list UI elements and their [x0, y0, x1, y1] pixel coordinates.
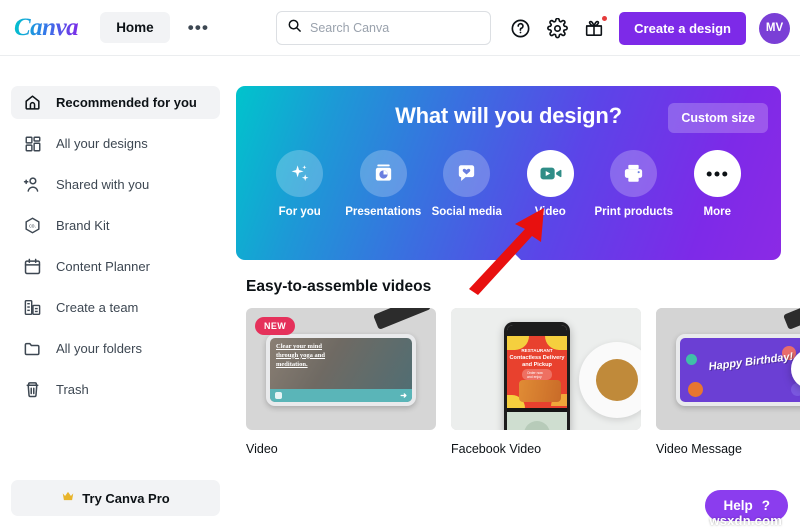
- sidebar-item-content-planner[interactable]: Content Planner: [11, 250, 220, 283]
- sidebar-item-recommended-for-you[interactable]: Recommended for you: [11, 86, 220, 119]
- video-camera-icon: [526, 150, 574, 197]
- phone-mockup: RESTAURANT Contactless Delivery and Pick…: [504, 322, 570, 430]
- category-label: Social media: [431, 206, 502, 218]
- sidebar-item-trash[interactable]: Trash: [11, 373, 220, 406]
- sidebar-item-all-your-designs[interactable]: All your designs: [11, 127, 220, 160]
- help-circle-icon[interactable]: [508, 16, 532, 40]
- search-input[interactable]: [310, 21, 475, 35]
- template-card-facebook-video[interactable]: RESTAURANT Contactless Delivery and Pick…: [451, 308, 641, 456]
- avatar[interactable]: MV: [759, 12, 790, 44]
- watermark: wsxdn.com: [709, 513, 782, 528]
- video-template-card-list: NEW Clear your mind through yoga and med…: [246, 308, 800, 456]
- sparkles-icon: [276, 150, 324, 197]
- category-social-media[interactable]: Social media: [425, 150, 509, 218]
- arrow-right-icon: ➜: [400, 391, 407, 400]
- printer-icon: [610, 150, 658, 197]
- thumbnail-subtext: Order now and enjoy: [522, 369, 552, 380]
- canva-home-page: Canva Home ••• Search Canva Create a des…: [0, 0, 800, 530]
- custom-size-button[interactable]: Custom size: [668, 103, 768, 133]
- thumbnail-footer-bar: ➜: [270, 389, 412, 402]
- grid-icon: [22, 133, 43, 154]
- brand-hexagon-icon: co.: [22, 215, 43, 236]
- sidebar-item-label: Recommended for you: [56, 95, 197, 110]
- question-mark-icon: ?: [761, 498, 770, 513]
- sidebar-item-brand-kit[interactable]: co. Brand Kit: [11, 209, 220, 242]
- sidebar-item-label: Trash: [56, 382, 89, 397]
- gear-icon[interactable]: [545, 16, 569, 40]
- category-label: For you: [278, 206, 321, 218]
- thumbnail-text: Contactless Delivery and Pickup: [509, 355, 565, 368]
- category-video[interactable]: Video: [509, 150, 593, 218]
- phone-mockup: Clear your mind through yoga and meditat…: [266, 334, 416, 406]
- building-icon: [22, 297, 43, 318]
- template-thumbnail[interactable]: NEW Clear your mind through yoga and med…: [246, 308, 436, 430]
- thumbnail-text: Clear your mind through yoga and meditat…: [276, 343, 326, 368]
- svg-text:co.: co.: [29, 224, 36, 230]
- heart-bubble-icon: [443, 150, 491, 197]
- category-print-products[interactable]: Print products: [592, 150, 676, 218]
- thumbnail-text: Happy Birthday!: [708, 350, 794, 374]
- help-button-label: Help: [723, 498, 753, 513]
- add-user-icon: [22, 174, 43, 195]
- decorative-food: [519, 380, 561, 402]
- sidebar-item-label: All your folders: [56, 341, 142, 356]
- nav-more-button[interactable]: •••: [178, 13, 219, 42]
- category-more[interactable]: More: [676, 150, 760, 218]
- hero-banner: What will you design? Custom size For yo…: [236, 86, 781, 260]
- folder-icon: [22, 338, 43, 359]
- nav-home-button[interactable]: Home: [100, 12, 170, 43]
- sidebar-item-label: Create a team: [56, 300, 139, 315]
- new-badge: NEW: [255, 317, 296, 335]
- template-thumbnail[interactable]: Happy Birthday!: [656, 308, 800, 430]
- template-thumbnail[interactable]: RESTAURANT Contactless Delivery and Pick…: [451, 308, 641, 430]
- top-header: Canva Home ••• Search Canva Create a des…: [0, 0, 800, 56]
- sidebar-item-label: All your designs: [56, 136, 148, 151]
- header-icon-group: Create a design MV: [508, 0, 790, 56]
- category-presentations[interactable]: Presentations: [342, 150, 426, 218]
- category-label: Print products: [594, 206, 674, 218]
- template-card-label: Video: [246, 442, 278, 456]
- main-content: What will you design? Custom size For yo…: [231, 56, 800, 530]
- presentation-icon: [359, 150, 407, 197]
- search-icon: [287, 18, 302, 38]
- search-bar[interactable]: [276, 11, 491, 45]
- category-label: Video: [534, 206, 566, 218]
- trash-icon: [22, 379, 43, 400]
- try-canva-pro-button[interactable]: Try Canva Pro: [11, 480, 220, 516]
- section-title: Easy-to-assemble videos: [246, 278, 432, 295]
- sidebar-item-create-a-team[interactable]: Create a team: [11, 291, 220, 324]
- sidebar-item-label: Brand Kit: [56, 218, 110, 233]
- gift-icon[interactable]: [582, 16, 608, 40]
- category-for-you[interactable]: For you: [258, 150, 342, 218]
- home-icon: [22, 92, 43, 113]
- design-category-list: For you Presentations Social media Video…: [258, 150, 759, 218]
- play-square-icon: [275, 392, 282, 399]
- category-label: Presentations: [345, 206, 422, 218]
- sidebar-item-shared-with-you[interactable]: Shared with you: [11, 168, 220, 201]
- ellipsis-icon: [693, 150, 741, 197]
- template-card-label: Facebook Video: [451, 442, 542, 456]
- calendar-icon: [22, 256, 43, 277]
- template-card-video[interactable]: NEW Clear your mind through yoga and med…: [246, 308, 436, 456]
- thumbnail-brand: RESTAURANT: [521, 348, 553, 353]
- active-category-notch: [495, 248, 522, 260]
- template-card-label: Video Message: [656, 442, 742, 456]
- try-canva-pro-label: Try Canva Pro: [82, 490, 170, 506]
- category-label: More: [703, 206, 731, 218]
- sidebar-item-all-your-folders[interactable]: All your folders: [11, 332, 220, 365]
- sidebar: Recommended for you All your designs Sha…: [0, 56, 231, 530]
- create-a-design-button[interactable]: Create a design: [619, 11, 746, 45]
- template-card-video-message[interactable]: Happy Birthday! Video Message: [656, 308, 800, 456]
- sidebar-item-label: Shared with you: [56, 177, 150, 192]
- gift-notification-dot: [602, 16, 608, 21]
- decorative-blob: [688, 382, 703, 397]
- crown-icon: [61, 489, 75, 508]
- sidebar-item-label: Content Planner: [56, 259, 150, 274]
- canva-logo[interactable]: Canva: [14, 15, 79, 40]
- phone-mockup: Happy Birthday!: [676, 334, 800, 406]
- decorative-pen: [373, 308, 431, 330]
